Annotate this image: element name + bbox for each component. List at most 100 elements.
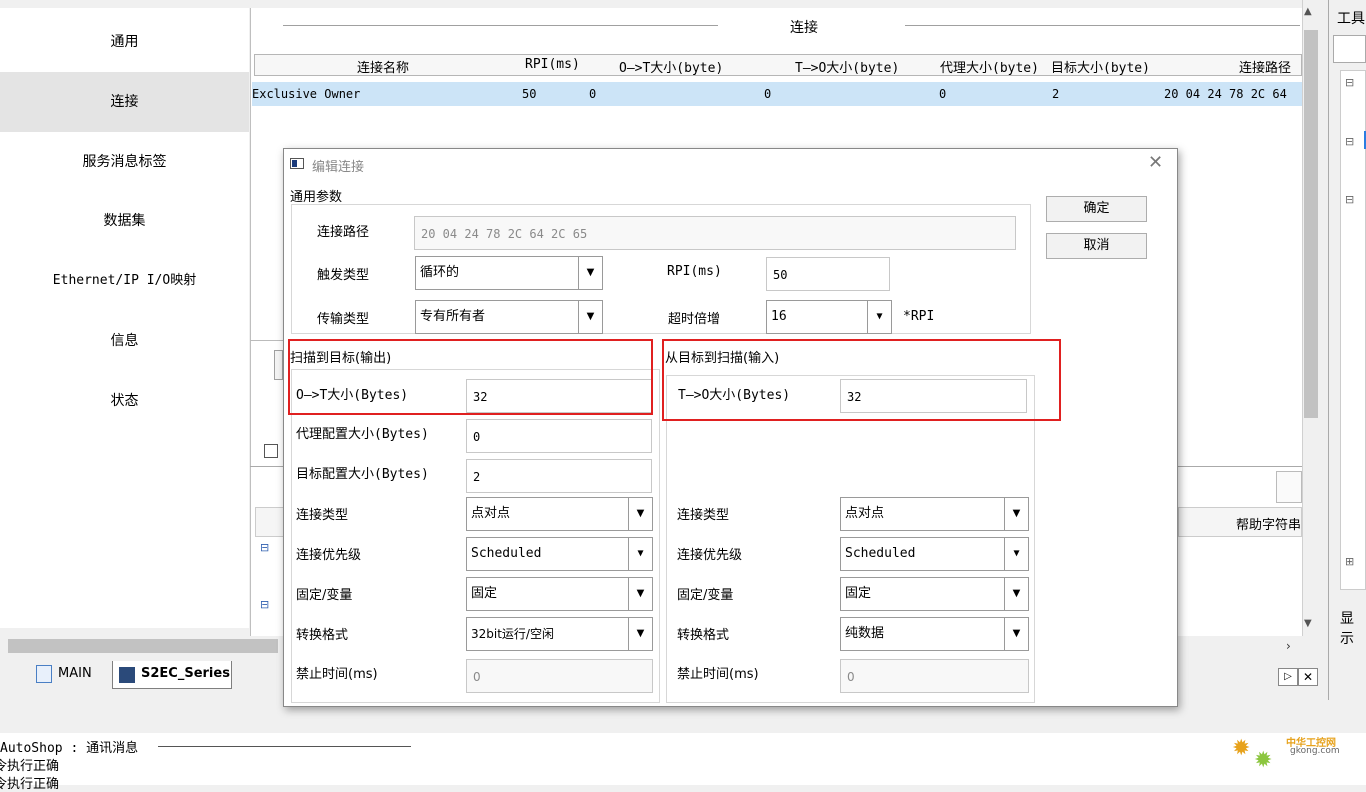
in-inhibit-field[interactable]: 0 bbox=[840, 659, 1029, 693]
cancel-button[interactable]: 取消 bbox=[1046, 233, 1147, 259]
tree-expand-icon[interactable]: ⊟ bbox=[1345, 135, 1354, 148]
panel-button-edge[interactable] bbox=[1276, 471, 1302, 503]
chevron-down-icon[interactable]: ▼ bbox=[1004, 578, 1028, 610]
trigger-type-label: 触发类型 bbox=[317, 268, 370, 283]
chevron-down-icon[interactable]: ▼ bbox=[628, 498, 652, 530]
target-cfg-size-field[interactable]: 2 bbox=[466, 459, 652, 493]
out-format-label: 转换格式 bbox=[296, 628, 349, 643]
scroll-thumb[interactable] bbox=[1304, 30, 1318, 418]
tree-expand-icon[interactable]: ⊟ bbox=[1345, 193, 1354, 206]
divider bbox=[250, 340, 284, 341]
scroll-up-icon[interactable]: ▲ bbox=[1304, 6, 1312, 17]
nav-item-connection[interactable]: 连接 bbox=[0, 72, 249, 132]
tree-expand-icon[interactable]: ⊞ bbox=[1345, 555, 1354, 568]
chevron-down-icon[interactable]: ▼ bbox=[628, 618, 652, 650]
tab-next-icon[interactable]: ▷ bbox=[1278, 668, 1298, 686]
col-header-to-size[interactable]: T—>O大小(byte) bbox=[795, 57, 899, 76]
output-line: 令执行正确 bbox=[0, 759, 60, 774]
transport-type-select[interactable]: 专有所有者 ▼ bbox=[415, 300, 603, 334]
cell-to-size: 0 bbox=[764, 87, 772, 101]
rpi-label: RPI(ms) bbox=[667, 264, 722, 279]
out-fixvar-select[interactable]: 固定 ▼ bbox=[466, 577, 653, 611]
scroll-right-icon[interactable]: › bbox=[1286, 639, 1291, 653]
out-conn-type-select[interactable]: 点对点 ▼ bbox=[466, 497, 653, 531]
in-format-select[interactable]: 纯数据 ▼ bbox=[840, 617, 1029, 651]
col-header-path[interactable]: 连接路径 bbox=[1239, 57, 1291, 76]
divider bbox=[158, 746, 411, 747]
nav-item-status[interactable]: 状态 bbox=[0, 371, 249, 431]
in-fixvar-label: 固定/变量 bbox=[677, 588, 734, 603]
cell-path: 20 04 24 78 2C 64 bbox=[1164, 87, 1287, 101]
chevron-down-icon[interactable]: ▼ bbox=[1004, 498, 1028, 530]
highlight-box-output bbox=[288, 339, 653, 415]
connection-table-header: 连接名称 RPI(ms) O—>T大小(byte) T—>O大小(byte) 代… bbox=[254, 54, 1302, 76]
in-inhibit-label: 禁止时间(ms) bbox=[677, 667, 759, 682]
tab-s2ec-series[interactable]: S2EC_Series bbox=[112, 661, 232, 689]
out-priority-select[interactable]: Scheduled ▼ bbox=[466, 537, 653, 571]
nav-item-general[interactable]: 通用 bbox=[0, 12, 249, 72]
cell-proxy-size: 0 bbox=[939, 87, 947, 101]
proxy-cfg-size-field[interactable]: 0 bbox=[466, 419, 652, 453]
nav-item-info[interactable]: 信息 bbox=[0, 311, 249, 371]
col-header-target-size[interactable]: 目标大小(byte) bbox=[1051, 57, 1150, 76]
out-inhibit-field[interactable]: 0 bbox=[466, 659, 653, 693]
cell-name: Exclusive Owner bbox=[252, 87, 361, 101]
timeout-multiplier-select[interactable]: 16 ▼ bbox=[766, 300, 892, 334]
chevron-down-icon[interactable]: ▼ bbox=[628, 578, 652, 610]
out-inhibit-label: 禁止时间(ms) bbox=[296, 667, 378, 682]
in-fixvar-select[interactable]: 固定 ▼ bbox=[840, 577, 1029, 611]
chevron-down-icon[interactable]: ▼ bbox=[1004, 538, 1028, 570]
gear-icon: ✹ bbox=[1232, 736, 1251, 761]
col-header-help[interactable]: 帮助字符串 bbox=[1236, 514, 1302, 533]
toolbox-search-input[interactable] bbox=[1333, 35, 1366, 63]
chevron-down-icon[interactable]: ▼ bbox=[1004, 618, 1028, 650]
col-header-rpi[interactable]: RPI(ms) bbox=[525, 57, 580, 72]
nav-item-datasets[interactable]: 数据集 bbox=[0, 191, 249, 251]
close-icon[interactable]: ✕ bbox=[1148, 152, 1163, 173]
device-icon bbox=[119, 667, 135, 683]
output-header: AutoShop : 通讯消息 bbox=[0, 741, 139, 756]
conn-path-field[interactable]: 20 04 24 78 2C 64 2C 65 bbox=[414, 216, 1016, 250]
timeout-unit: *RPI bbox=[903, 309, 935, 324]
table-row[interactable]: Exclusive Owner 50 0 0 0 2 20 04 24 78 2… bbox=[252, 82, 1302, 106]
dialog-title: 编辑连接 bbox=[312, 160, 365, 175]
in-priority-label: 连接优先级 bbox=[677, 548, 743, 563]
col-header-ot-size[interactable]: O—>T大小(byte) bbox=[619, 57, 723, 76]
toolbox-tree[interactable] bbox=[1340, 70, 1366, 590]
out-format-select[interactable]: 32bit运行/空闲 ▼ bbox=[466, 617, 653, 651]
in-priority-select[interactable]: Scheduled ▼ bbox=[840, 537, 1029, 571]
button-edge[interactable] bbox=[274, 350, 283, 380]
in-conn-type-select[interactable]: 点对点 ▼ bbox=[840, 497, 1029, 531]
scroll-thumb[interactable] bbox=[8, 639, 278, 653]
out-fixvar-label: 固定/变量 bbox=[296, 588, 353, 603]
out-priority-label: 连接优先级 bbox=[296, 548, 362, 563]
trigger-type-select[interactable]: 循环的 ▼ bbox=[415, 256, 603, 290]
nav-item-service-tags[interactable]: 服务消息标签 bbox=[0, 132, 249, 192]
expand-icon[interactable]: ⊟ bbox=[260, 541, 269, 554]
display-label: 显示 bbox=[1340, 611, 1354, 647]
output-line: 令执行正确 bbox=[0, 777, 60, 792]
tree-expand-icon[interactable]: ⊟ bbox=[1345, 76, 1354, 89]
chevron-down-icon[interactable]: ▼ bbox=[628, 538, 652, 570]
chevron-down-icon[interactable]: ▼ bbox=[578, 257, 602, 289]
col-header-name[interactable]: 连接名称 bbox=[357, 57, 409, 76]
edit-connection-dialog: 编辑连接 ✕ 通用参数 确定 取消 连接路径 20 04 24 78 2C 64… bbox=[283, 148, 1178, 707]
grid-header: 帮助字符串 bbox=[1178, 507, 1302, 537]
nav-item-io-mapping[interactable]: Ethernet/IP I/O映射 bbox=[0, 251, 249, 311]
page-icon bbox=[36, 665, 52, 683]
chevron-down-icon[interactable]: ▼ bbox=[578, 301, 602, 333]
close-icon[interactable]: ✕ bbox=[1298, 668, 1318, 686]
cell-ot-size: 0 bbox=[589, 87, 597, 101]
scroll-down-icon[interactable]: ▼ bbox=[1304, 618, 1312, 629]
col-header-proxy-size[interactable]: 代理大小(byte) bbox=[940, 57, 1039, 76]
grid-header-edge bbox=[255, 507, 284, 537]
divider bbox=[250, 466, 284, 467]
in-format-label: 转换格式 bbox=[677, 628, 730, 643]
checkbox[interactable] bbox=[264, 444, 278, 458]
ok-button[interactable]: 确定 bbox=[1046, 196, 1147, 222]
tab-main[interactable]: MAIN bbox=[4, 661, 112, 689]
transport-type-label: 传输类型 bbox=[317, 312, 370, 327]
rpi-field[interactable]: 50 bbox=[766, 257, 890, 291]
chevron-down-icon[interactable]: ▼ bbox=[867, 301, 891, 333]
expand-icon[interactable]: ⊟ bbox=[260, 598, 269, 611]
